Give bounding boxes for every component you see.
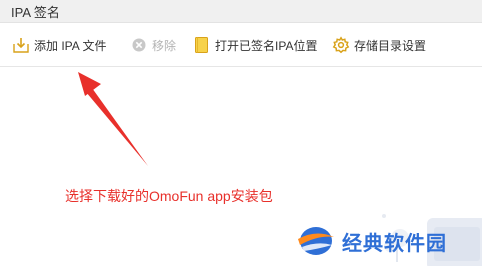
import-file-icon: [12, 36, 30, 54]
storage-settings-button[interactable]: 存储目录设置: [332, 35, 426, 55]
folder-icon: [193, 36, 211, 54]
add-ipa-button[interactable]: 添加 IPA 文件: [12, 35, 106, 55]
remove-button[interactable]: 移除: [130, 35, 176, 55]
open-signed-ipa-folder-button[interactable]: 打开已签名IPA位置: [193, 35, 317, 55]
open-folder-label: 打开已签名IPA位置: [215, 38, 318, 53]
storage-settings-label: 存储目录设置: [354, 38, 427, 53]
watermark-text: 经典软件园: [342, 230, 447, 255]
watermark-logo-icon: [298, 227, 334, 255]
add-ipa-label: 添加 IPA 文件: [34, 38, 107, 53]
window-title: IPA 签名: [11, 5, 60, 20]
annotation-text: 选择下载好的OmoFun app安装包: [65, 188, 273, 204]
window-titlebar: IPA 签名: [0, 0, 482, 23]
remove-label: 移除: [152, 38, 177, 53]
toolbar: 添加 IPA 文件 移除 打开已签名IPA位置 存储目录设置: [0, 23, 482, 67]
remove-circle-icon: [130, 36, 148, 54]
gear-icon: [332, 36, 350, 54]
watermark: 经典软件园: [296, 222, 447, 260]
